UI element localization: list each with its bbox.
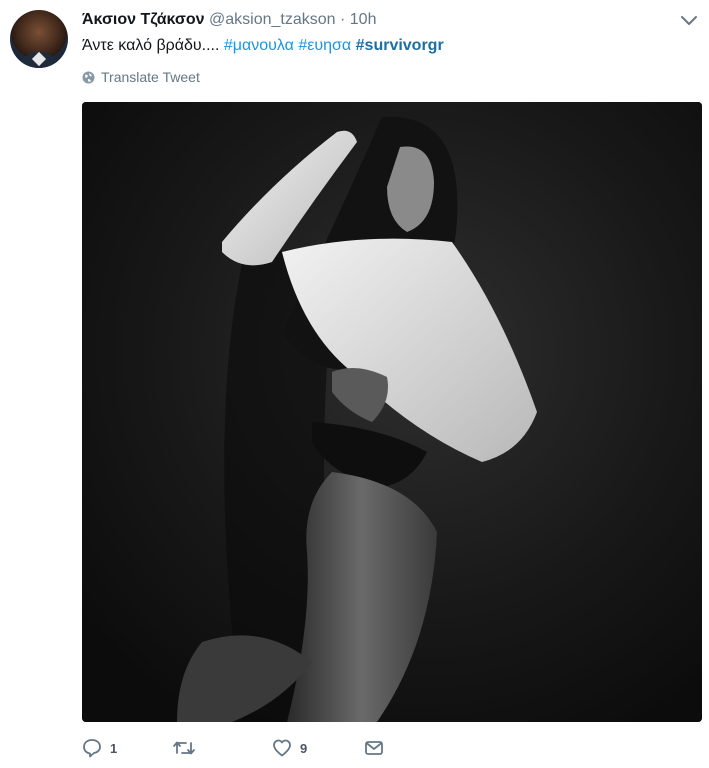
- hashtag-link[interactable]: #ευησα: [298, 37, 351, 54]
- author-handle[interactable]: @aksion_tzakson: [209, 11, 336, 28]
- chevron-down-icon[interactable]: [680, 14, 698, 28]
- translate-tweet-link[interactable]: Translate Tweet: [82, 69, 200, 85]
- hashtag-link[interactable]: #survivorgr: [356, 37, 444, 54]
- timestamp[interactable]: 10h: [350, 11, 377, 28]
- author-name[interactable]: Άκσιον Τζάκσον: [82, 11, 205, 28]
- tweet-photo[interactable]: [82, 102, 702, 722]
- retweet-action[interactable]: [172, 738, 272, 758]
- separator-dot: ·: [339, 11, 346, 28]
- globe-icon: [82, 71, 95, 83]
- direct-message-action[interactable]: [364, 739, 384, 757]
- reply-count: 1: [110, 740, 118, 756]
- like-action[interactable]: 9: [272, 738, 364, 758]
- translate-label: Translate Tweet: [101, 69, 200, 85]
- tweet-body: Άντε καλό βράδυ....: [82, 37, 220, 54]
- tweet-text: Άντε καλό βράδυ.... #μανουλα #ευησα #sur…: [82, 36, 444, 56]
- hashtag-link[interactable]: #μανουλα: [224, 37, 294, 54]
- envelope-icon: [365, 741, 383, 755]
- reply-icon: [83, 739, 101, 758]
- tweet-actions: 1 9: [82, 738, 384, 758]
- avatar[interactable]: [10, 10, 68, 68]
- retweet-icon: [173, 741, 195, 755]
- reply-action[interactable]: 1: [82, 738, 172, 758]
- heart-icon: [273, 739, 291, 757]
- photo-content: [82, 102, 702, 722]
- like-count: 9: [300, 740, 308, 756]
- tweet-header: Άκσιον Τζάκσον @aksion_tzakson · 10h: [82, 10, 376, 30]
